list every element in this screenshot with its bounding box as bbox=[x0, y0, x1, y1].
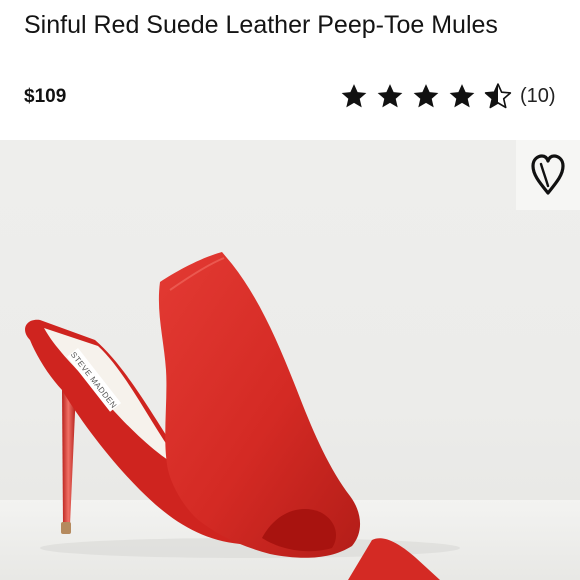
star-icon bbox=[377, 84, 403, 108]
product-price: $109 bbox=[24, 86, 67, 107]
half-star-icon bbox=[484, 83, 512, 109]
product-image[interactable]: STEVE MADDEN bbox=[0, 140, 580, 580]
product-header: Sinful Red Suede Leather Peep-Toe Mules … bbox=[0, 0, 580, 140]
wishlist-button[interactable] bbox=[516, 140, 580, 210]
review-count[interactable]: (10) bbox=[520, 85, 556, 108]
star-icon bbox=[449, 84, 475, 108]
star-icon bbox=[413, 84, 439, 108]
shoe-illustration: STEVE MADDEN bbox=[0, 252, 580, 580]
product-title: Sinful Red Suede Leather Peep-Toe Mules bbox=[24, 11, 498, 39]
heart-icon bbox=[531, 154, 565, 195]
rating[interactable]: (10) bbox=[340, 82, 556, 110]
heel-tip bbox=[61, 522, 71, 534]
star-icon bbox=[341, 84, 367, 108]
